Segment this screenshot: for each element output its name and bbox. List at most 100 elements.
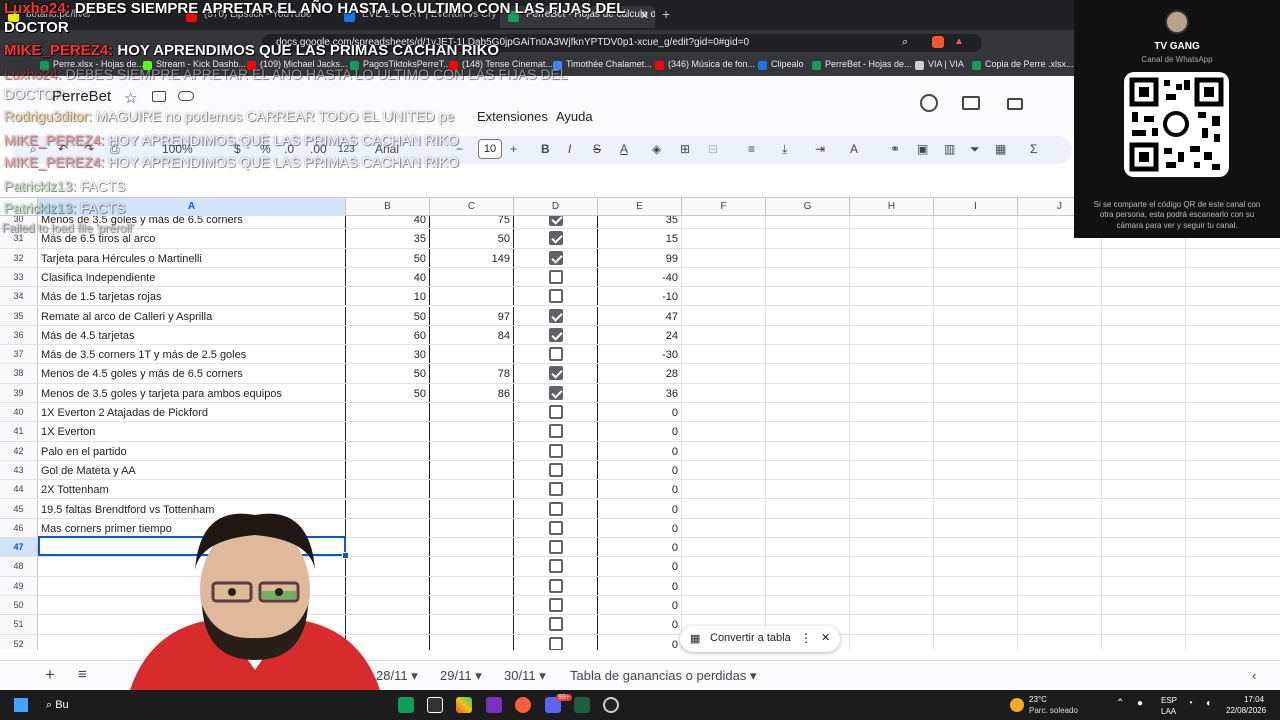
row-header[interactable]: 49 [0, 576, 38, 595]
cell-return[interactable] [430, 634, 514, 650]
row-header[interactable]: 35 [0, 306, 38, 325]
qr-code[interactable] [1124, 72, 1229, 177]
increase-font-size-icon[interactable]: + [510, 142, 517, 156]
cell-bet-description[interactable]: 1X Everton [38, 422, 346, 441]
language-indicator[interactable]: ESP [1161, 696, 1177, 705]
menu-extensions[interactable]: Extensiones [477, 109, 548, 124]
cell-bet-description[interactable]: Menos de 4.5 goles y más de 6.5 corners [38, 364, 346, 383]
row-header[interactable]: 50 [0, 596, 38, 615]
checkbox-checked[interactable] [549, 327, 563, 342]
tray-chevron-icon[interactable]: ⌃ [1116, 698, 1124, 709]
convert-to-table-label[interactable]: Convertir a tabla [710, 632, 791, 644]
checkbox-unchecked[interactable] [549, 598, 563, 612]
taskbar-app-icon[interactable] [515, 697, 531, 713]
cell-checkbox[interactable] [514, 557, 598, 576]
bookmark-item[interactable]: VIA | VIA [915, 59, 964, 70]
column-header-d[interactable]: D [514, 198, 598, 216]
cell-checkbox[interactable] [514, 615, 598, 634]
cell-profit[interactable]: 0 [598, 596, 682, 615]
italic-icon[interactable]: I [568, 142, 571, 156]
cell-bet-description[interactable]: Clasifica Independiente [38, 267, 346, 287]
bookmark-item[interactable]: PerreBet - Hojas de... [812, 59, 912, 70]
checkbox-unchecked[interactable] [549, 462, 563, 477]
cloud-status-icon[interactable] [178, 91, 194, 101]
cell-profit[interactable]: 0 [598, 499, 682, 518]
cell-return[interactable]: 84 [430, 325, 514, 345]
cell-bet-description[interactable]: Palo en el partido [38, 441, 346, 460]
row-header[interactable]: 52 [0, 634, 38, 650]
cell-bet-description[interactable]: Remate al arco de Calleri y Asprilla [38, 306, 346, 325]
cell-profit[interactable]: 0 [598, 422, 682, 441]
checkbox-unchecked[interactable] [549, 540, 563, 555]
column-header-b[interactable]: B [346, 198, 430, 216]
checkbox-unchecked[interactable] [549, 520, 563, 535]
cell-checkbox[interactable] [514, 480, 598, 499]
bookmark-item[interactable]: Copia de Perre .xlsx... [972, 59, 1074, 70]
taskbar-app-icon[interactable] [456, 697, 472, 713]
cell-profit[interactable]: 0 [598, 518, 682, 538]
windows-start-icon[interactable] [14, 698, 28, 712]
cell-profit[interactable]: 0 [598, 634, 682, 650]
cell-checkbox[interactable] [514, 576, 598, 595]
cell-checkbox[interactable] [514, 306, 598, 325]
checkbox-unchecked[interactable] [549, 269, 563, 284]
taskbar-app-icon[interactable] [486, 697, 502, 713]
insert-link-icon[interactable]: ⚭ [890, 142, 900, 156]
cell-bet-description[interactable]: Más de 3.5 corners 1T y más de 2.5 goles [38, 345, 346, 364]
cell-checkbox[interactable] [514, 538, 598, 557]
cell-return[interactable]: 97 [430, 306, 514, 325]
weather-temp[interactable]: 23°C [1029, 695, 1047, 704]
weather-icon[interactable] [1010, 698, 1024, 712]
cell-return[interactable] [430, 460, 514, 480]
more-options-icon[interactable]: ⋮ [800, 631, 812, 645]
row-header[interactable]: 47 [0, 538, 38, 557]
star-icon[interactable]: ☆ [124, 89, 137, 107]
checkbox-unchecked[interactable] [549, 636, 563, 650]
row-header[interactable]: 43 [0, 460, 38, 480]
cell-checkbox[interactable] [514, 248, 598, 267]
cell-stake[interactable]: 50 [346, 383, 430, 402]
vertical-align-icon[interactable]: ⤓ [782, 142, 787, 157]
cell-return[interactable] [430, 267, 514, 287]
cell-return[interactable] [430, 499, 514, 518]
cell-checkbox[interactable] [514, 460, 598, 480]
cell-bet-description[interactable]: Más de 4.5 tarjetas [38, 325, 346, 345]
row-header[interactable]: 44 [0, 480, 38, 499]
row-header[interactable]: 38 [0, 364, 38, 383]
row-header[interactable]: 32 [0, 248, 38, 267]
cell-bet-description[interactable]: 1X Everton 2 Atajadas de Pickford [38, 403, 346, 422]
checkbox-unchecked[interactable] [549, 559, 563, 574]
cell-stake[interactable]: 10 [346, 287, 430, 306]
filter-icon[interactable]: ⏷ [970, 142, 980, 157]
cell-stake[interactable]: 30 [346, 345, 430, 364]
checkbox-checked[interactable] [549, 385, 563, 400]
column-header-g[interactable]: G [766, 198, 850, 216]
cell-return[interactable] [430, 518, 514, 538]
column-header-h[interactable]: H [850, 198, 934, 216]
checkbox-checked[interactable] [549, 250, 563, 265]
menu-help[interactable]: Ayuda [556, 109, 593, 124]
checkbox-unchecked[interactable] [549, 578, 563, 593]
cell-profit[interactable]: 28 [598, 364, 682, 383]
cell-profit[interactable]: 15 [598, 229, 682, 248]
checkbox-unchecked[interactable] [549, 617, 563, 632]
cell-checkbox[interactable] [514, 403, 598, 422]
font-size-input[interactable]: 10 [478, 139, 502, 159]
cell-return[interactable] [430, 557, 514, 576]
cell-checkbox[interactable] [514, 216, 598, 229]
fill-color-icon[interactable]: ◈ [652, 142, 661, 156]
clock-time[interactable]: 17:04 [1244, 695, 1264, 704]
checkbox-unchecked[interactable] [549, 424, 563, 439]
cell-profit[interactable]: 0 [598, 538, 682, 557]
cell-profit[interactable]: 47 [598, 306, 682, 325]
insert-chart-icon[interactable]: ▥ [944, 142, 955, 156]
column-header-c[interactable]: C [430, 198, 514, 216]
cell-return[interactable] [430, 345, 514, 364]
row-header[interactable]: 36 [0, 325, 38, 345]
checkbox-checked[interactable] [549, 216, 563, 226]
add-sheet-icon[interactable]: + [45, 665, 55, 685]
cell-checkbox[interactable] [514, 229, 598, 248]
taskbar-app-icon[interactable] [574, 697, 590, 713]
zoom-icon[interactable]: ⌕ [902, 36, 908, 49]
row-header[interactable]: 42 [0, 441, 38, 460]
